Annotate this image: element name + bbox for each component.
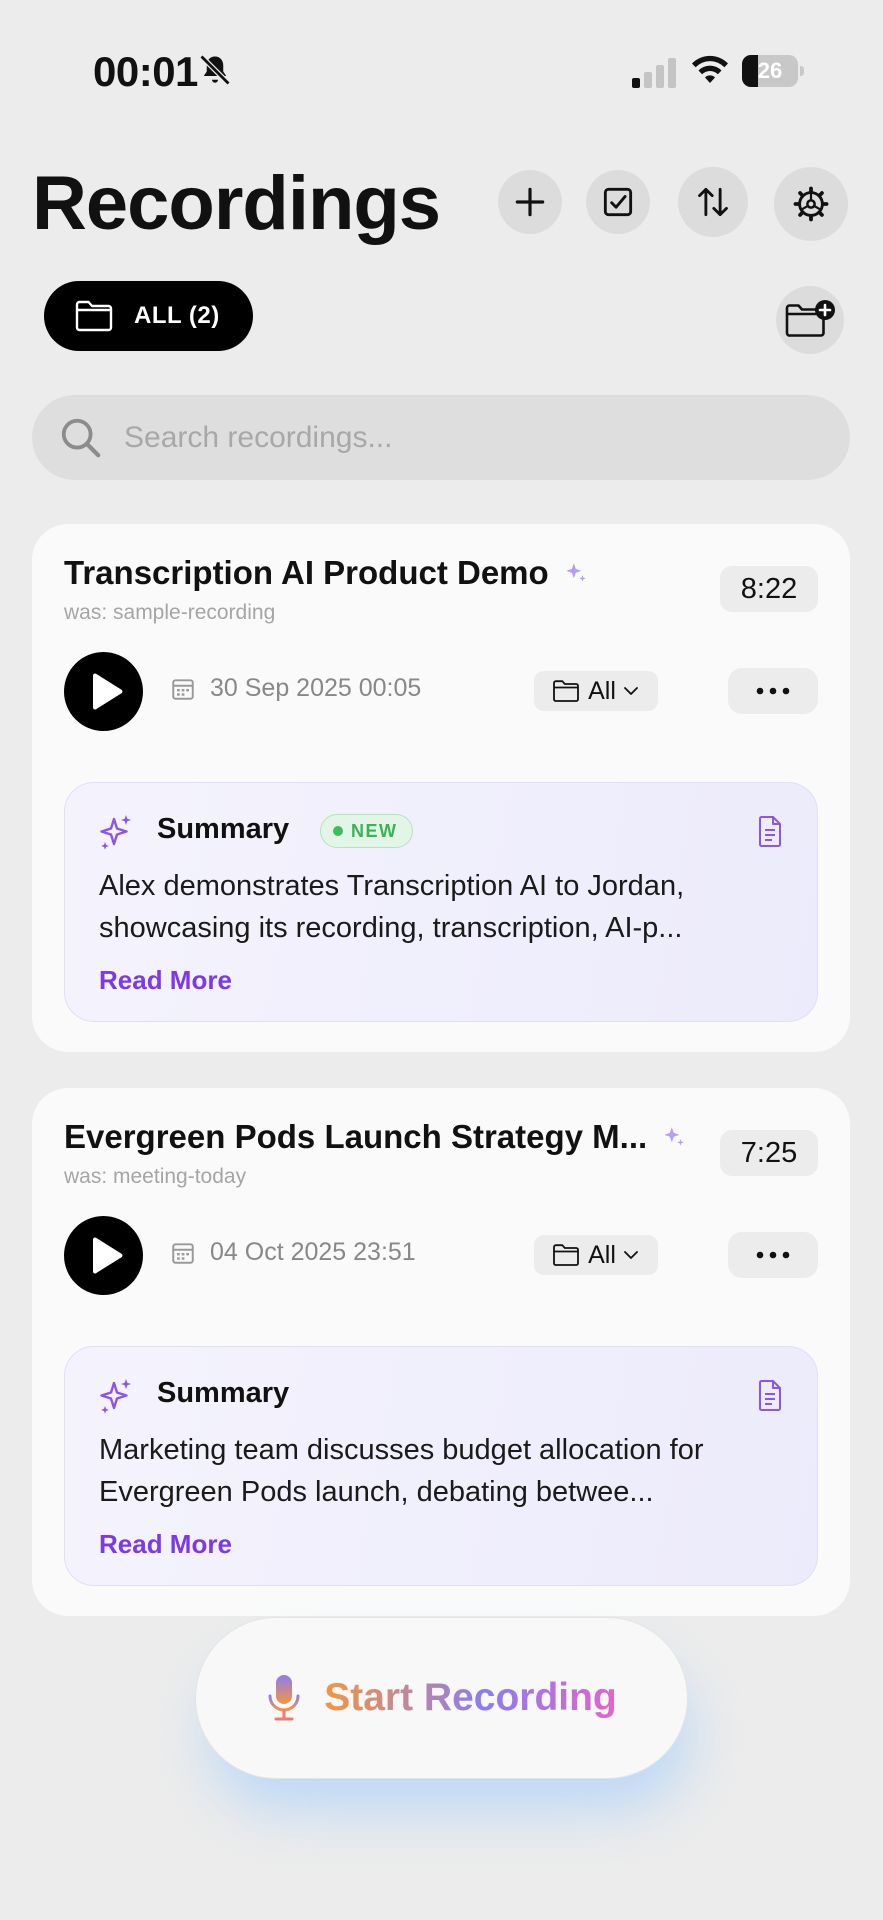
play-button[interactable] bbox=[64, 652, 143, 731]
status-time: 00:01 bbox=[93, 48, 198, 95]
select-button[interactable] bbox=[586, 170, 650, 234]
document-icon[interactable] bbox=[757, 1379, 783, 1411]
folder-dropdown-value: All bbox=[588, 1240, 616, 1269]
summary-panel: Summary Marketing team discusses budget … bbox=[64, 1346, 818, 1586]
cellular-signal-icon bbox=[632, 58, 676, 88]
bell-muted-icon bbox=[199, 54, 231, 86]
folder-icon bbox=[553, 680, 579, 702]
summary-text: Alex demonstrates Transcription AI to Jo… bbox=[99, 870, 685, 944]
status-bar: 00:01 26 bbox=[0, 0, 883, 140]
duration-badge: 7:25 bbox=[720, 1130, 818, 1176]
folder-dropdown[interactable]: All bbox=[534, 671, 658, 711]
original-filename: was: meeting-today bbox=[64, 1165, 247, 1188]
folder-icon bbox=[553, 1244, 579, 1266]
calendar-icon bbox=[172, 678, 194, 700]
document-icon[interactable] bbox=[757, 815, 783, 847]
new-badge: NEW bbox=[320, 814, 413, 848]
read-more-link[interactable]: Read More bbox=[99, 1529, 232, 1560]
folder-icon bbox=[75, 300, 113, 332]
start-recording-label: Start Recording bbox=[324, 1676, 617, 1719]
more-options-button[interactable] bbox=[728, 1232, 818, 1278]
ai-sparkle-icon bbox=[100, 815, 131, 850]
search-input[interactable] bbox=[124, 395, 824, 480]
wifi-icon bbox=[692, 55, 728, 83]
play-icon bbox=[93, 673, 123, 710]
summary-panel: Summary NEW Alex demonstrates Transcript… bbox=[64, 782, 818, 1022]
new-folder-button[interactable] bbox=[776, 286, 844, 354]
recording-date: 30 Sep 2025 00:05 bbox=[210, 674, 422, 702]
play-button[interactable] bbox=[64, 1216, 143, 1295]
summary-text: Marketing team discusses budget allocati… bbox=[99, 1434, 704, 1508]
ai-sparkle-icon bbox=[565, 563, 586, 582]
checkbox-icon bbox=[603, 187, 633, 217]
read-more-link[interactable]: Read More bbox=[99, 965, 232, 996]
chevron-down-icon bbox=[623, 687, 638, 695]
sort-arrows-icon bbox=[698, 187, 728, 217]
recording-title: Evergreen Pods Launch Strategy M... bbox=[64, 1118, 648, 1155]
recording-card[interactable]: Transcription AI Product Demo was: sampl… bbox=[32, 524, 850, 1052]
search-bar[interactable] bbox=[32, 395, 850, 480]
folder-filter-label: ALL (2) bbox=[134, 302, 220, 329]
search-icon bbox=[61, 418, 101, 458]
summary-title: Summary bbox=[157, 813, 290, 845]
battery-percentage: 26 bbox=[757, 58, 783, 83]
gear-icon bbox=[793, 186, 829, 222]
folder-plus-icon bbox=[785, 300, 835, 337]
original-filename: was: sample-recording bbox=[64, 601, 276, 624]
folder-dropdown-value: All bbox=[588, 676, 616, 705]
start-recording-button[interactable]: Start Recording bbox=[196, 1618, 687, 1778]
new-badge-label: NEW bbox=[351, 820, 398, 841]
recording-title: Transcription AI Product Demo bbox=[64, 554, 549, 591]
summary-title: Summary bbox=[157, 1377, 290, 1409]
folder-filter-all[interactable]: ALL (2) bbox=[44, 281, 253, 351]
ellipsis-icon bbox=[756, 1251, 790, 1259]
settings-button[interactable] bbox=[774, 167, 848, 241]
page-title: Recordings bbox=[32, 161, 441, 246]
calendar-icon bbox=[172, 1242, 194, 1264]
duration-badge: 8:22 bbox=[720, 566, 818, 612]
microphone-icon bbox=[268, 1675, 300, 1721]
chevron-down-icon bbox=[623, 1251, 638, 1259]
battery-icon: 26 bbox=[742, 55, 804, 87]
folder-dropdown[interactable]: All bbox=[534, 1235, 658, 1275]
recording-date: 04 Oct 2025 23:51 bbox=[210, 1238, 416, 1266]
sort-button[interactable] bbox=[678, 167, 748, 237]
more-options-button[interactable] bbox=[728, 668, 818, 714]
ellipsis-icon bbox=[756, 687, 790, 695]
plus-icon bbox=[515, 187, 545, 217]
play-icon bbox=[93, 1237, 123, 1274]
recording-card[interactable]: Evergreen Pods Launch Strategy M... was:… bbox=[32, 1088, 850, 1616]
ai-sparkle-icon bbox=[100, 1379, 131, 1414]
ai-sparkle-icon bbox=[664, 1127, 684, 1146]
add-recording-button[interactable] bbox=[498, 170, 562, 234]
